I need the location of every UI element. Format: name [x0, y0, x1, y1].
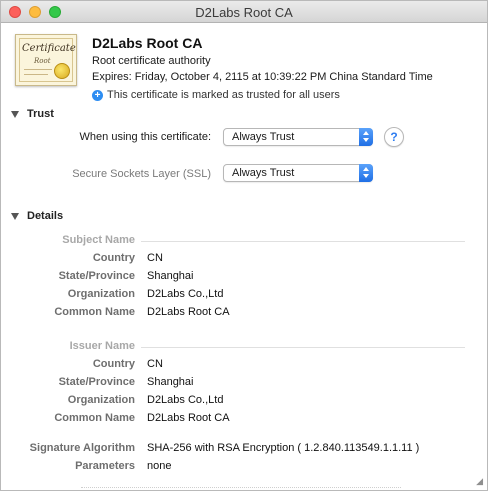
when-using-select[interactable]: Always Trust: [223, 128, 373, 146]
certificate-icon-text: Certificate: [22, 43, 76, 54]
parameters-value: none: [147, 460, 172, 472]
when-using-label: When using this certificate:: [79, 131, 211, 143]
ssl-select[interactable]: Always Trust: [223, 164, 373, 182]
subject-organization-label: Organization: [67, 288, 135, 300]
trust-heading: Trust: [27, 108, 54, 120]
subject-country-value: CN: [147, 252, 163, 264]
issuer-state-label: State/Province: [58, 376, 135, 388]
certificate-window: D2Labs Root CA Certificate Root D2Labs R…: [0, 0, 488, 491]
expiration-date: Expires: Friday, October 4, 2115 at 10:3…: [92, 71, 433, 83]
issuer-common-name-value: D2Labs Root CA: [147, 412, 230, 424]
title-bar[interactable]: D2Labs Root CA: [1, 1, 487, 23]
details-heading: Details: [27, 210, 64, 222]
certificate-kind: Root certificate authority: [92, 55, 211, 67]
plus-circle-icon: +: [92, 89, 103, 101]
subject-name-heading: Subject Name: [62, 234, 135, 246]
subject-state-value: Shanghai: [147, 270, 194, 282]
subject-common-name-label: Common Name: [54, 306, 135, 318]
popup-arrows-icon: [359, 164, 373, 182]
issuer-country-value: CN: [147, 358, 163, 370]
divider: [141, 241, 465, 242]
when-using-value: Always Trust: [232, 131, 295, 143]
help-button[interactable]: ?: [384, 127, 404, 147]
trusted-note-text: This certificate is marked as trusted fo…: [107, 89, 340, 101]
issuer-name-heading: Issuer Name: [69, 340, 135, 352]
ssl-label: Secure Sockets Layer (SSL): [72, 168, 211, 180]
subject-organization-value: D2Labs Co.,Ltd: [147, 288, 224, 300]
popup-arrows-icon: [359, 128, 373, 146]
subject-country-label: Country: [92, 252, 135, 264]
disclosure-triangle-icon[interactable]: [11, 212, 19, 220]
divider: [141, 347, 465, 348]
clipped-content-edge: [81, 487, 401, 490]
issuer-organization-value: D2Labs Co.,Ltd: [147, 394, 224, 406]
issuer-state-value: Shanghai: [147, 376, 194, 388]
certificate-icon: Certificate Root: [15, 34, 77, 86]
signature-algorithm-label: Signature Algorithm: [29, 442, 135, 454]
certificate-icon-subtext: Root: [34, 57, 51, 65]
window-title: D2Labs Root CA: [195, 5, 293, 20]
disclosure-triangle-icon[interactable]: [11, 110, 19, 118]
resize-grip-icon[interactable]: ◢: [476, 476, 483, 487]
details-disclosure[interactable]: Details: [11, 210, 63, 222]
trusted-note: + This certificate is marked as trusted …: [92, 89, 340, 101]
issuer-organization-label: Organization: [67, 394, 135, 406]
trust-disclosure[interactable]: Trust: [11, 108, 54, 120]
issuer-country-label: Country: [92, 358, 135, 370]
signature-algorithm-value: SHA-256 with RSA Encryption ( 1.2.840.11…: [147, 442, 420, 454]
issuer-common-name-label: Common Name: [54, 412, 135, 424]
seal-icon: [54, 63, 70, 79]
parameters-label: Parameters: [75, 460, 135, 472]
subject-common-name-value: D2Labs Root CA: [147, 306, 230, 318]
subject-state-label: State/Province: [58, 270, 135, 282]
ssl-value: Always Trust: [232, 167, 295, 179]
certificate-name: D2Labs Root CA: [92, 35, 203, 51]
